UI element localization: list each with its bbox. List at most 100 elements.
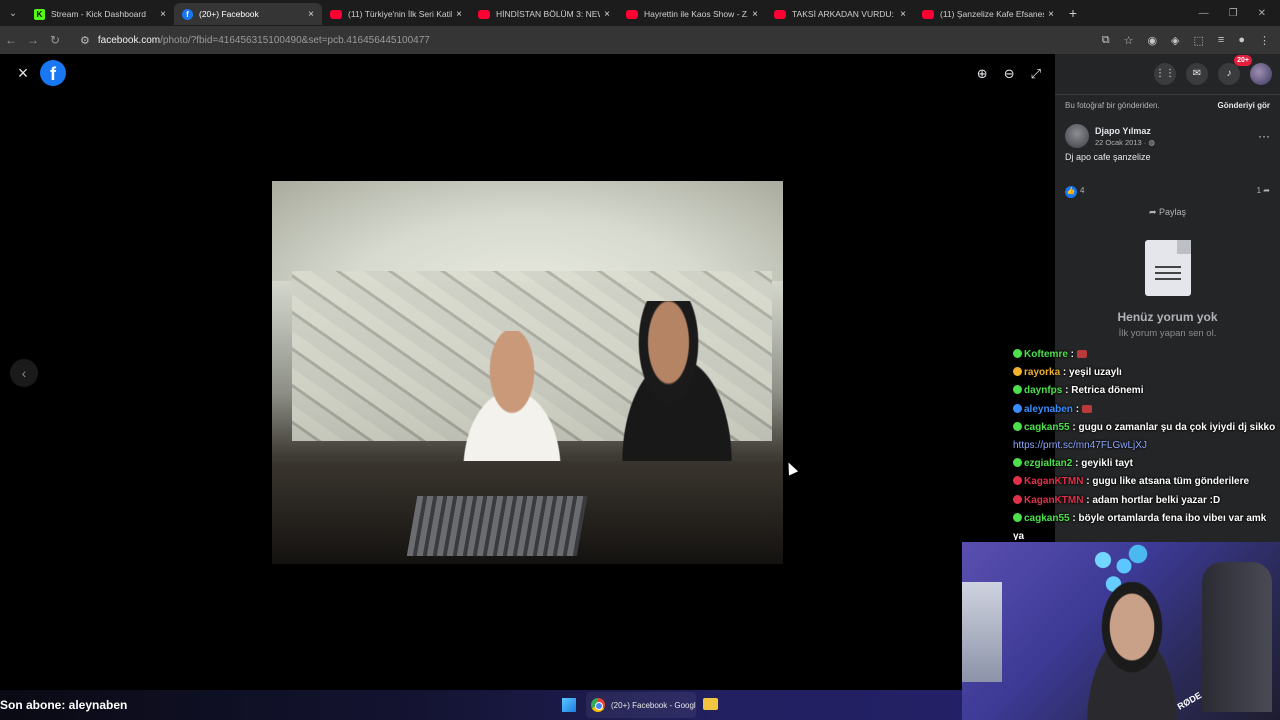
tab-strip: ⌄ K Stream - Kick Dashboard × f (20+) Facebo… xyxy=(0,0,1280,26)
fullscreen-icon[interactable]: ⤢ xyxy=(1031,66,1041,82)
chrome-menu-icon[interactable]: ⋮ xyxy=(1259,34,1270,47)
chat-username[interactable]: KaganKTMN xyxy=(1024,476,1083,487)
previous-photo-button[interactable]: ‹ xyxy=(10,359,38,387)
install-app-icon[interactable]: ⧉ xyxy=(1102,34,1110,47)
browser-tab[interactable]: (11) Şanzelize Kafe Efsanesi: Bö × xyxy=(914,3,1062,25)
post-caption: Dj apo cafe şanzelize xyxy=(1065,152,1151,162)
youtube-icon xyxy=(922,9,934,19)
chat-username[interactable]: aleynaben xyxy=(1024,404,1073,415)
taskbar: Son abone: aleynaben (20+) Facebook - Go… xyxy=(0,690,962,720)
taskbar-chrome-window[interactable]: (20+) Facebook - Googl xyxy=(586,692,696,718)
chat-username[interactable]: cagkan55 xyxy=(1024,422,1070,433)
privacy-globe-icon: ◍ xyxy=(1148,137,1155,147)
facebook-logo-icon[interactable]: f xyxy=(40,60,66,86)
zoom-controls: ⊕ ⊖ ⤢ xyxy=(977,66,1041,82)
author-name[interactable]: Djapo Yılmaz xyxy=(1095,126,1155,136)
chat-username[interactable]: KaganKTMN xyxy=(1024,495,1083,506)
account-avatar[interactable] xyxy=(1250,63,1272,85)
tab-close-icon[interactable]: × xyxy=(1048,9,1054,20)
share-button[interactable]: ➦ Paylaş xyxy=(1055,207,1280,218)
tab-close-icon[interactable]: × xyxy=(456,9,462,20)
chat-message: Koftemre : xyxy=(1010,346,1278,364)
tab-list: K Stream - Kick Dashboard × f (20+) Facebook… xyxy=(26,1,1062,25)
chat-username[interactable]: ezgialtan2 xyxy=(1024,458,1072,469)
site-info-icon[interactable]: ⚙ xyxy=(80,34,90,47)
chat-text: : gugu like atsana tüm gönderilere xyxy=(1083,476,1250,488)
last-subscriber-banner: Son abone: aleynaben xyxy=(0,698,128,712)
address-bar[interactable]: ⚙ facebook.com/photo/?fbid=4164563151004… xyxy=(72,29,1072,51)
minimize-icon[interactable]: — xyxy=(1199,8,1209,19)
fb-top-actions: ⋮⋮ ✉ ♪ 20+ xyxy=(1055,54,1280,94)
chat-username[interactable]: rayorka xyxy=(1024,367,1060,378)
extension-icon-2[interactable]: ◈ xyxy=(1171,34,1179,47)
see-post-link[interactable]: Gönderiyi gör xyxy=(1218,101,1270,110)
new-tab-button[interactable]: + xyxy=(1062,5,1084,21)
tab-close-icon[interactable]: × xyxy=(752,9,758,20)
chat-message: daynfps : Retrica dönemi xyxy=(1010,382,1278,400)
browser-tab[interactable]: (11) Türkiye'nin İlk Seri Katili: A× xyxy=(322,3,470,25)
tab-close-icon[interactable]: × xyxy=(308,9,314,20)
chat-message: cagkan55 : böyle ortamlarda fena ibo vib… xyxy=(1010,510,1278,540)
chat-text: : adam hortlar belki yazar :D xyxy=(1083,494,1221,506)
chat-username[interactable]: Koftemre xyxy=(1024,349,1068,360)
browser-tab[interactable]: f (20+) Facebook × xyxy=(174,3,322,25)
menu-grid-icon[interactable]: ⋮⋮ xyxy=(1154,63,1176,85)
profile-icon[interactable]: ● xyxy=(1238,34,1245,47)
url-host: facebook.com xyxy=(97,34,161,46)
share-arrow-icon: ➦ xyxy=(1263,186,1270,195)
chat-username[interactable]: cagkan55 xyxy=(1024,513,1070,524)
youtube-icon xyxy=(330,9,342,19)
share-label: Paylaş xyxy=(1159,207,1187,217)
user-badge-icon xyxy=(1013,403,1022,413)
user-badge-icon xyxy=(1013,476,1022,486)
back-icon[interactable]: ← xyxy=(0,33,22,47)
chrome-icon xyxy=(591,698,605,712)
chat-text: : xyxy=(1067,349,1077,360)
chat-text: : xyxy=(1072,403,1082,415)
zoom-in-icon[interactable]: ⊕ xyxy=(977,66,988,82)
extension-icon-1[interactable]: ◉ xyxy=(1147,34,1157,47)
author-avatar[interactable] xyxy=(1065,124,1089,148)
browser-tab[interactable]: TAKSİ ARKADAN VURDU: Türki × xyxy=(766,3,914,25)
kick-icon: K xyxy=(34,8,45,20)
close-icon[interactable]: × xyxy=(12,62,34,84)
tab-close-icon[interactable]: × xyxy=(900,9,906,20)
youtube-icon xyxy=(626,9,638,19)
bookmark-star-icon[interactable]: ☆ xyxy=(1124,34,1134,47)
browser-tab[interactable]: HİNDİSTAN BÖLÜM 3: NEW DE × xyxy=(470,3,618,25)
like-reaction-icon: 👍 xyxy=(1065,186,1077,198)
reload-icon[interactable]: ↻ xyxy=(44,33,66,47)
more-options-icon[interactable]: ··· xyxy=(1258,129,1270,143)
notification-badge: 20+ xyxy=(1234,55,1252,66)
user-badge-icon xyxy=(1013,512,1022,522)
zoom-out-icon[interactable]: ⊖ xyxy=(1004,66,1015,82)
chat-message: KaganKTMN : gugu like atsana tüm gönderi… xyxy=(1010,473,1278,491)
chat-message: KaganKTMN : adam hortlar belki yazar :D xyxy=(1010,492,1278,510)
share-count[interactable]: 1 xyxy=(1257,186,1261,195)
browser-tab[interactable]: K Stream - Kick Dashboard × xyxy=(26,3,174,25)
extensions-puzzle-icon[interactable]: ⬚ xyxy=(1194,34,1204,47)
messenger-icon[interactable]: ✉ xyxy=(1186,63,1208,85)
windows-start-icon[interactable] xyxy=(562,698,576,712)
chat-link[interactable]: https://prnt.sc/mn47FLGwLjXJ xyxy=(1013,440,1147,451)
file-explorer-icon[interactable] xyxy=(703,698,718,710)
close-window-icon[interactable]: ✕ xyxy=(1258,8,1266,19)
reading-list-icon[interactable]: ≡ xyxy=(1218,34,1224,47)
tab-title: Hayrettin ile Kaos Show - Z.Se xyxy=(644,9,748,19)
chat-username[interactable]: daynfps xyxy=(1024,385,1062,396)
post-date[interactable]: 22 Ocak 2013 · xyxy=(1095,138,1148,147)
browser-tab[interactable]: Hayrettin ile Kaos Show - Z.Se × xyxy=(618,3,766,25)
forward-icon[interactable]: → xyxy=(22,33,44,47)
notifications-bell-icon[interactable]: ♪ 20+ xyxy=(1218,55,1252,85)
post-author: Djapo Yılmaz 22 Ocak 2013 · ◍ ··· xyxy=(1055,112,1280,148)
document-icon xyxy=(1144,240,1191,296)
tab-close-icon[interactable]: × xyxy=(160,9,166,20)
facebook-icon: f xyxy=(182,8,193,20)
tab-search-icon[interactable]: ⌄ xyxy=(0,0,26,26)
tab-title: (11) Şanzelize Kafe Efsanesi: Bö xyxy=(940,9,1044,19)
maximize-icon[interactable]: ❐ xyxy=(1229,8,1238,19)
chat-message: rayorka : yeşil uzaylı xyxy=(1010,364,1278,382)
chat-emote-icon xyxy=(1076,350,1087,358)
like-count[interactable]: 4 xyxy=(1080,186,1084,195)
tab-close-icon[interactable]: × xyxy=(604,9,610,20)
